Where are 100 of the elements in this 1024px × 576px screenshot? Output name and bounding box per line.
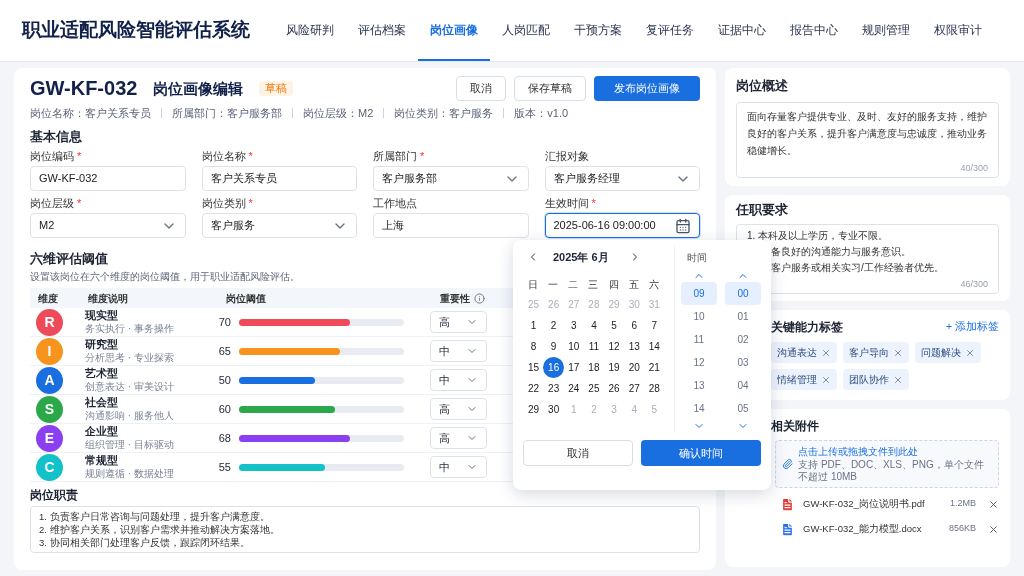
confirm-button[interactable]: 确认时间: [641, 440, 761, 466]
importance-select[interactable]: 中: [430, 340, 487, 362]
calendar-day[interactable]: 18: [583, 357, 605, 378]
requirement-line: 备良好的沟通能力与服务意识。: [770, 244, 912, 259]
duties-field[interactable]: 1. 负责客户日常咨询与问题处理，提升客户满意度。 2. 维护客户关系，识别客户需求并推动解决方案落地。 3. 协同相关部门处理客户反馈，跟踪闭环结果。: [30, 506, 700, 553]
time-option[interactable]: 02: [725, 328, 761, 351]
skill-tag: 团队协作: [843, 369, 909, 390]
calendar-day[interactable]: 2: [543, 315, 565, 336]
dimension-badge: R: [36, 308, 63, 336]
time-option[interactable]: 13: [681, 374, 717, 397]
field-label: 汇报对象: [544, 149, 589, 163]
threshold-value: 70: [217, 314, 231, 330]
time-option[interactable]: 11: [681, 328, 717, 351]
calendar-day[interactable]: 5: [603, 315, 625, 336]
time-option[interactable]: 01: [725, 305, 761, 328]
calendar-day[interactable]: 30: [543, 399, 565, 420]
nav-tab[interactable]: 权限审计: [922, 0, 994, 61]
importance-select[interactable]: 高: [430, 398, 487, 420]
nav-tab[interactable]: 规则管理: [850, 0, 922, 61]
dimension-name: 现实型: [85, 309, 119, 322]
time-label: 时间: [687, 250, 708, 265]
calendar-day[interactable]: 21: [643, 357, 665, 378]
calendar-day[interactable]: 16: [543, 357, 565, 378]
field-label: 工作地点: [373, 196, 417, 210]
select-field[interactable]: 客户服务经理: [544, 166, 700, 191]
duty-line: 3. 协同相关部门处理客户反馈，跟踪闭环结果。: [39, 536, 251, 549]
cancel-button[interactable]: 取消: [523, 440, 633, 466]
time-option[interactable]: 00: [725, 282, 761, 305]
calendar-day[interactable]: 22: [523, 378, 544, 399]
calendar-day[interactable]: 6: [623, 315, 645, 336]
calendar-day[interactable]: 19: [603, 357, 625, 378]
card-title: 关键能力标签: [771, 319, 843, 336]
calendar-day[interactable]: 13: [623, 336, 645, 357]
calendar-day[interactable]: 9: [543, 336, 565, 357]
calendar-day[interactable]: 17: [563, 357, 585, 378]
calendar-day[interactable]: 28: [643, 378, 665, 399]
calendar-day[interactable]: 3: [563, 315, 585, 336]
calendar-day[interactable]: 10: [563, 336, 585, 357]
select-field[interactable]: 客户服务部: [373, 166, 529, 191]
remove-icon[interactable]: [965, 347, 975, 358]
nav-tab[interactable]: 证据中心: [706, 0, 778, 61]
calendar-day[interactable]: 4: [583, 315, 605, 336]
upload-area[interactable]: 点击上传或拖拽文件到此处 支持 PDF、DOC、XLS、PNG，单个文件不超过 10MB: [775, 440, 999, 488]
remove-icon[interactable]: [893, 347, 903, 358]
field-label: 岗位层级: [30, 196, 74, 210]
action-button[interactable]: 发布岗位画像: [594, 75, 700, 101]
overview-field[interactable]: 面向存量客户提供专业、及时、友好的服务支持，维护良好的客户关系，提升客户满意度与忠诚度，推动业务稳健增长。 40/300: [736, 101, 999, 178]
calendar-day[interactable]: 24: [563, 378, 585, 399]
action-button[interactable]: 保存草稿: [514, 75, 586, 101]
nav-tab[interactable]: 人岗匹配: [490, 0, 562, 61]
input-field[interactable]: 客户关系专员: [201, 166, 357, 191]
remove-icon[interactable]: [988, 498, 999, 510]
importance-select[interactable]: 高: [430, 311, 487, 333]
time-option[interactable]: 03: [725, 351, 761, 374]
calendar-day[interactable]: 11: [583, 336, 605, 357]
remove-icon[interactable]: [821, 374, 831, 385]
nav-tab[interactable]: 岗位画像: [418, 0, 490, 61]
calendar-day[interactable]: 23: [543, 378, 565, 399]
input-field[interactable]: GW-KF-032: [30, 166, 186, 191]
required-mark: *: [77, 149, 82, 163]
calendar-day[interactable]: 25: [583, 378, 605, 399]
nav-tab[interactable]: 干预方案: [562, 0, 634, 61]
weekday-label: 三: [587, 277, 600, 292]
select-field[interactable]: 客户服务: [201, 213, 357, 238]
nav-tab[interactable]: 风险研判: [274, 0, 346, 61]
weekday-label: 五: [627, 277, 640, 292]
calendar-day[interactable]: 29: [523, 399, 544, 420]
calendar-day[interactable]: 20: [623, 357, 645, 378]
calendar-day[interactable]: 27: [623, 378, 645, 399]
action-button[interactable]: 取消: [456, 75, 506, 101]
remove-icon[interactable]: [893, 374, 903, 385]
importance-select[interactable]: 中: [430, 369, 487, 391]
required-mark: *: [591, 196, 596, 210]
nav-tab[interactable]: 评估档案: [346, 0, 418, 61]
calendar-day[interactable]: 7: [643, 315, 665, 336]
add-tag-link[interactable]: + 添加标签: [945, 319, 999, 335]
time-option[interactable]: 04: [725, 374, 761, 397]
time-option[interactable]: 14: [681, 397, 717, 420]
calendar-day[interactable]: 1: [523, 315, 544, 336]
nav-tab[interactable]: 复评任务: [634, 0, 706, 61]
time-option[interactable]: 12: [681, 351, 717, 374]
time-option[interactable]: 09: [681, 282, 717, 305]
remove-icon[interactable]: [988, 523, 999, 535]
importance-select[interactable]: 中: [430, 456, 487, 478]
input-field[interactable]: 上海: [373, 213, 529, 238]
calendar-day[interactable]: 14: [643, 336, 665, 357]
calendar-day[interactable]: 8: [523, 336, 544, 357]
calendar-day[interactable]: 26: [603, 378, 625, 399]
calendar-day[interactable]: 12: [603, 336, 625, 357]
time-option[interactable]: 05: [725, 397, 761, 420]
duty-line: 1. 负责客户日常咨询与问题处理，提升客户满意度。: [39, 510, 271, 523]
remove-icon[interactable]: [821, 347, 831, 358]
time-option[interactable]: 10: [681, 305, 717, 328]
weekday-label: 六: [647, 277, 660, 292]
field-label: 生效时间: [544, 196, 589, 210]
select-field[interactable]: M2: [30, 213, 186, 238]
date-field[interactable]: 2025-06-16 09:00:00: [544, 213, 700, 238]
nav-tab[interactable]: 报告中心: [778, 0, 850, 61]
importance-select[interactable]: 高: [430, 427, 487, 449]
calendar-day[interactable]: 15: [523, 357, 544, 378]
